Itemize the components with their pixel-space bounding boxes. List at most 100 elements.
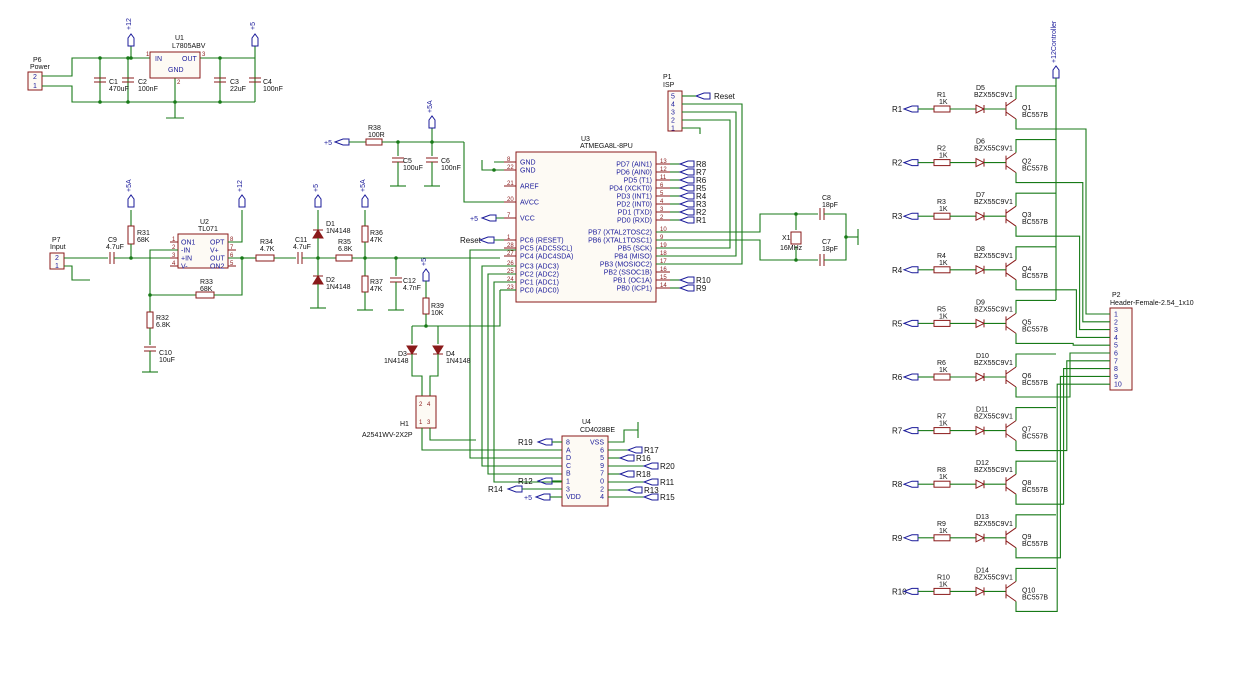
- u3-pin-name: PB4 (MISO): [614, 254, 652, 261]
- driver-zener-ref: D6: [976, 139, 985, 146]
- driver-transistor-ref: Q10: [1022, 587, 1035, 594]
- u4-pin-name: 2: [600, 486, 604, 493]
- driver-resistor: [933, 105, 951, 113]
- u3-pin-num: 11: [660, 175, 667, 181]
- driver-net-label: R9: [892, 534, 903, 543]
- u3-net-flag: [678, 200, 695, 208]
- driver-transistor-ref: Q5: [1022, 319, 1031, 326]
- u3-net-flag: [678, 284, 695, 292]
- c6-value: 100nF: [441, 165, 461, 172]
- c5-ref: C5: [403, 158, 412, 165]
- driver-zener-ref: D11: [976, 407, 988, 414]
- r31-value: 68K: [137, 237, 150, 244]
- driver-zener: [975, 586, 986, 597]
- h1-value: A2541WV-2X2P: [362, 432, 413, 439]
- driver-transistor-ref: Q4: [1022, 266, 1031, 273]
- isp-reset-label: Reset: [714, 92, 736, 101]
- r38-value: 100R: [368, 132, 385, 139]
- driver-transistor-value: BC557B: [1022, 166, 1048, 173]
- u3-pin-name: PB3 (MOSIOC2): [600, 262, 652, 269]
- driver-transistor-value: BC557B: [1022, 219, 1048, 226]
- power-section: 2 1 P6 Power C1 470uF C2 100nF C3 22uF C…: [27, 18, 283, 119]
- u3-pin-name: PD3 (INT1): [617, 194, 652, 201]
- h1-ref: H1: [400, 421, 409, 428]
- pwr-5-label-u1: +5: [250, 22, 257, 30]
- pwr-12-flag-u1: [127, 33, 135, 47]
- driver-zener: [975, 104, 986, 114]
- r36-pwr-label: +5A: [360, 179, 367, 192]
- u2-pin-name: +IN: [181, 256, 192, 263]
- p1-pin-num: 5: [671, 94, 675, 101]
- u4-net-label: R20: [660, 462, 675, 471]
- driver-zener-ref: D10: [976, 353, 989, 360]
- driver-resistor: [933, 319, 951, 327]
- c11-value: 4.7uF: [293, 244, 311, 251]
- d2-value: 1N4148: [326, 284, 351, 291]
- driver-resistor-ref: R9: [937, 521, 946, 528]
- driver-zener: [975, 425, 986, 436]
- driver-resistor-ref: R7: [937, 414, 946, 421]
- c3-ref: C3: [230, 79, 239, 86]
- p2-pin-num: 10: [1114, 382, 1122, 389]
- u3-pin-name: PC3 (ADC3): [520, 264, 559, 271]
- u3-pin-name: PC4 (ADC4SDA): [520, 254, 573, 261]
- u4-pin-name: A: [566, 447, 571, 454]
- r36-value: 47K: [370, 237, 383, 244]
- u4-net-flag: [626, 486, 643, 494]
- driver-net-label: R7: [892, 427, 903, 436]
- c8-ref: C8: [822, 195, 831, 202]
- driver-net-label: R6: [892, 373, 903, 382]
- c12-ref: C12: [403, 278, 416, 285]
- u3-pin-name: AVCC: [520, 200, 539, 207]
- driver-resistor: [933, 159, 951, 167]
- driver-zener-value: BZX55C9V1: [974, 521, 1013, 528]
- driver-row: R5R51KD9BZX55C9V1Q5BC557B: [892, 299, 1110, 346]
- c9-value: 4.7uF: [106, 244, 124, 251]
- p2-pin-num: 8: [1114, 366, 1118, 373]
- d3-ref: D3: [398, 351, 407, 358]
- r31-ref: R31: [137, 230, 150, 237]
- u3-pin-name: PD5 (T1): [624, 178, 652, 185]
- driver-net-label: R4: [892, 266, 903, 275]
- p2-ref: P2: [1112, 292, 1121, 299]
- driver-zener-ref: D5: [976, 85, 985, 92]
- driver-resistor: [933, 480, 951, 488]
- c4-ref: C4: [263, 79, 272, 86]
- driver-zener-value: BZX55C9V1: [974, 467, 1013, 474]
- u4-pwr-label: +5: [524, 495, 532, 502]
- u3-pin-name: PC2 (ADC2): [520, 272, 559, 279]
- u3-pin-name: PC1 (ADC1): [520, 280, 559, 287]
- driver-zener: [975, 479, 986, 490]
- u3-pin-name: PB0 (ICP1): [617, 286, 652, 293]
- driver-transistor-ref: Q9: [1022, 534, 1031, 541]
- u3-net-label: R9: [696, 284, 707, 293]
- u3-pin-name: PD1 (TXD): [618, 210, 652, 217]
- d1-pwr-label: +5: [313, 184, 320, 192]
- r33-value: 68K: [200, 286, 213, 293]
- u3-pin-name: PC5 (ADC5SCL): [520, 246, 573, 253]
- c6-pwr-label: +5A: [427, 100, 434, 113]
- r31-pwr-label: +5A: [126, 179, 133, 192]
- driver-net-flag: [902, 480, 919, 488]
- u3-pin-name: PB6 (XTAL1TOSC1): [588, 238, 652, 245]
- driver-net-flag: [902, 319, 919, 327]
- driver-net-flag: [902, 373, 919, 381]
- r35-ref: R35: [338, 239, 351, 246]
- c7-ref: C7: [822, 239, 831, 246]
- u4-net-flag: [626, 446, 643, 454]
- u4-pin-name: 4: [600, 494, 604, 501]
- u3-pin-name: VCC: [520, 216, 535, 223]
- schematic-canvas: 2 1 P6 Power C1 470uF C2 100nF C3 22uF C…: [27, 18, 1194, 612]
- p1-pin-num: 3: [671, 110, 675, 117]
- c4-value: 100nF: [263, 86, 283, 93]
- u3-pin-name: PD6 (AIN0): [616, 170, 652, 177]
- r37-value: 47K: [370, 286, 383, 293]
- vcc-pwr-label: +5: [470, 216, 478, 223]
- driver-zener-ref: D12: [976, 460, 989, 467]
- u3-pin-num: 16: [660, 267, 667, 273]
- r34-value: 4.7K: [260, 246, 275, 253]
- c7-value: 18pF: [822, 246, 838, 253]
- u4-net-label: R18: [636, 470, 651, 479]
- driver-resistor-ref: R6: [937, 360, 946, 367]
- u4-pin-name: C: [566, 463, 571, 470]
